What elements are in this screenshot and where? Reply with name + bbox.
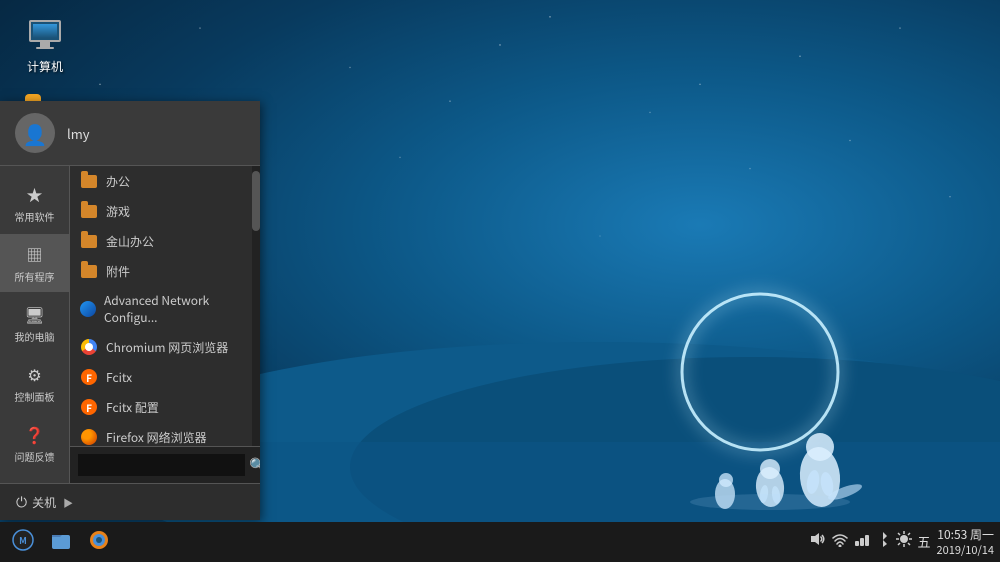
files-taskbar-icon bbox=[50, 528, 72, 557]
user-section: 👤 lmy bbox=[0, 101, 260, 166]
ime-tray-icon[interactable]: 五 bbox=[918, 532, 931, 551]
system-tray: 五 10:53 周一 2019/10/14 bbox=[810, 527, 994, 557]
search-icon[interactable]: 🔍 bbox=[245, 453, 260, 477]
menu-item-chromium[interactable]: Chromium 网页浏览器 bbox=[70, 332, 252, 362]
menu-item-fcitx-config[interactable]: F Fcitx 配置 bbox=[70, 392, 252, 422]
power-button[interactable]: ⏻ 关机 ▶ bbox=[10, 489, 79, 515]
menu-body: ★ 常用软件 ▦ 所有程序 🖥 我的电脑 ⚙ 控制面板 ❓ 问题反馈 bbox=[0, 166, 260, 483]
taskbar-app-files[interactable] bbox=[44, 525, 78, 559]
power-icon: ⏻ bbox=[16, 492, 27, 512]
menu-item-accessories[interactable]: 附件 bbox=[70, 256, 252, 286]
nav-control-panel-label: 控制面板 bbox=[15, 389, 55, 404]
menu-scroll-wrapper: 办公 游戏 金山办公 附件 bbox=[70, 166, 260, 446]
menu-item-chromium-label: Chromium 网页浏览器 bbox=[106, 339, 228, 356]
nav-control-panel[interactable]: ⚙ 控制面板 bbox=[0, 354, 69, 412]
wifi-tray-icon[interactable] bbox=[832, 531, 848, 552]
nav-control-panel-icon: ⚙ bbox=[27, 362, 41, 386]
desktop: 计算机 主文件夹 👤 lmy ★ 常用软件 ▦ 所有程序 bbox=[0, 0, 1000, 562]
computer-icon bbox=[25, 14, 65, 54]
fcitx-icon: F bbox=[80, 368, 98, 386]
power-section: ⏻ 关机 ▶ bbox=[0, 483, 260, 520]
menu-content: 办公 游戏 金山办公 附件 bbox=[70, 166, 260, 483]
menu-scrollbar-thumb bbox=[252, 171, 260, 231]
accessories-folder-icon bbox=[80, 262, 98, 280]
menu-scrollbar[interactable] bbox=[252, 166, 260, 446]
office-folder-icon bbox=[80, 172, 98, 190]
user-avatar: 👤 bbox=[15, 113, 55, 153]
firefox-icon bbox=[80, 428, 98, 446]
nav-my-computer[interactable]: 🖥 我的电脑 bbox=[0, 294, 69, 352]
desktop-icon-computer[interactable]: 计算机 bbox=[10, 10, 80, 79]
power-arrow-icon: ▶ bbox=[63, 495, 73, 510]
menu-item-games[interactable]: 游戏 bbox=[70, 196, 252, 226]
menu-item-fcitx-config-label: Fcitx 配置 bbox=[106, 399, 159, 416]
nav-my-computer-icon: 🖥 bbox=[24, 302, 44, 326]
taskbar-app-settings[interactable]: M bbox=[6, 525, 40, 559]
adv-network-icon bbox=[80, 300, 96, 318]
svg-text:M: M bbox=[19, 534, 27, 547]
fcitx-config-icon: F bbox=[80, 398, 98, 416]
nav-feedback[interactable]: ❓ 问题反馈 bbox=[0, 414, 69, 472]
nav-all-programs[interactable]: ▦ 所有程序 bbox=[0, 234, 69, 292]
menu-item-games-label: 游戏 bbox=[106, 203, 130, 220]
computer-icon-label: 计算机 bbox=[27, 58, 63, 75]
start-menu: 👤 lmy ★ 常用软件 ▦ 所有程序 🖥 我的电脑 ⚙ bbox=[0, 101, 260, 520]
menu-item-jinshan-label: 金山办公 bbox=[106, 233, 154, 250]
nav-all-programs-label: 所有程序 bbox=[15, 269, 55, 284]
nav-common-software[interactable]: ★ 常用软件 bbox=[0, 174, 69, 232]
menu-scroll[interactable]: 办公 游戏 金山办公 附件 bbox=[70, 166, 260, 446]
nav-feedback-icon: ❓ bbox=[25, 422, 45, 446]
clock-date: 2019/10/14 bbox=[937, 543, 994, 557]
menu-item-accessories-label: 附件 bbox=[106, 263, 130, 280]
power-label: 关机 bbox=[32, 494, 56, 511]
volume-tray-icon[interactable] bbox=[810, 531, 826, 552]
nav-my-computer-label: 我的电脑 bbox=[15, 329, 55, 344]
system-clock[interactable]: 10:53 周一 2019/10/14 bbox=[937, 527, 994, 557]
chromium-icon bbox=[80, 338, 98, 356]
nav-common-software-icon: ★ bbox=[26, 182, 42, 206]
jinshan-folder-icon bbox=[80, 232, 98, 250]
menu-item-jinshan[interactable]: 金山办公 bbox=[70, 226, 252, 256]
menu-item-adv-network[interactable]: Advanced Network Configu... bbox=[70, 286, 252, 332]
menu-item-firefox-label: Firefox 网络浏览器 bbox=[106, 429, 207, 446]
left-nav: ★ 常用软件 ▦ 所有程序 🖥 我的电脑 ⚙ 控制面板 ❓ 问题反馈 bbox=[0, 166, 70, 483]
brightness-tray-icon[interactable] bbox=[896, 531, 912, 552]
network-tray-icon[interactable] bbox=[854, 531, 870, 552]
search-input[interactable] bbox=[78, 454, 245, 476]
menu-item-firefox[interactable]: Firefox 网络浏览器 bbox=[70, 422, 252, 446]
taskbar: M bbox=[0, 522, 1000, 562]
menu-item-fcitx[interactable]: F Fcitx bbox=[70, 362, 252, 392]
menu-item-office-label: 办公 bbox=[106, 173, 130, 190]
firefox-taskbar-icon bbox=[88, 528, 110, 557]
nav-feedback-label: 问题反馈 bbox=[15, 449, 55, 464]
settings-taskbar-icon: M bbox=[12, 528, 34, 557]
menu-item-fcitx-label: Fcitx bbox=[106, 369, 132, 386]
taskbar-app-firefox[interactable] bbox=[82, 525, 116, 559]
nav-all-programs-icon: ▦ bbox=[26, 242, 42, 266]
nav-common-software-label: 常用软件 bbox=[15, 209, 55, 224]
bluetooth-tray-icon[interactable] bbox=[876, 531, 890, 552]
clock-time: 10:53 周一 bbox=[937, 527, 994, 543]
username-label: lmy bbox=[67, 124, 90, 143]
menu-item-adv-network-label: Advanced Network Configu... bbox=[104, 292, 242, 326]
games-folder-icon bbox=[80, 202, 98, 220]
search-box: 🔍 bbox=[70, 446, 260, 483]
menu-item-office[interactable]: 办公 bbox=[70, 166, 252, 196]
